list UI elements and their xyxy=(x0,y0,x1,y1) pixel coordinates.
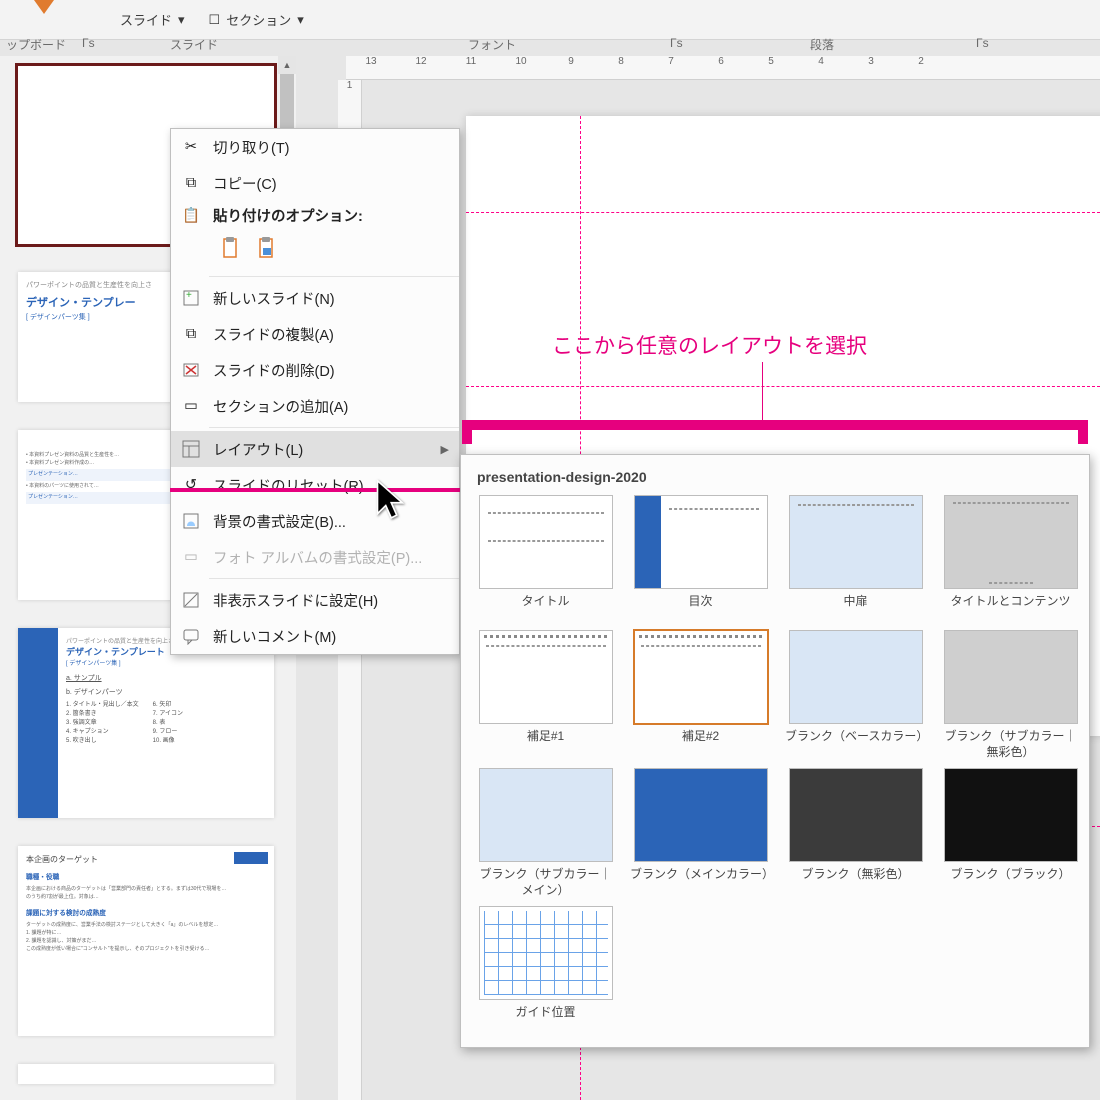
layout-label: ブランク（サブカラー｜無彩色） xyxy=(940,729,1081,760)
group-clip-expand[interactable]: Γs xyxy=(82,36,95,50)
layout-option-blank_ach[interactable]: ブランク（無彩色） xyxy=(785,768,926,898)
paste-option-1[interactable] xyxy=(215,233,245,263)
annotation-highlight xyxy=(170,488,460,492)
hide-icon xyxy=(181,590,201,610)
annotation-bracket xyxy=(462,420,1088,442)
group-font: フォント xyxy=(468,36,516,53)
layout-label: ブランク（ベースカラー） xyxy=(785,729,926,757)
group-para-expand[interactable]: Γs xyxy=(976,36,989,50)
menu-paste-label: 📋貼り付けのオプション: xyxy=(171,201,459,229)
context-menu: ✂切り取り(T) ⧉コピー(C) 📋貼り付けのオプション: +新しいスライド(N… xyxy=(170,128,460,655)
horizontal-ruler: 1312111098765432 xyxy=(346,56,1100,80)
annotation-text: ここから任意のレイアウトを選択 xyxy=(552,330,867,360)
menu-photo-album: ▭フォト アルバムの書式設定(P)... xyxy=(171,539,459,575)
layout-flyout: presentation-design-2020 タイトル目次中扉タイトルとコン… xyxy=(460,454,1090,1048)
menu-copy[interactable]: ⧉コピー(C) xyxy=(171,165,459,201)
guide-horizontal xyxy=(466,386,1100,387)
menu-new-slide[interactable]: +新しいスライド(N) xyxy=(171,280,459,316)
slide-thumbnail-6[interactable] xyxy=(18,1064,274,1084)
menu-delete[interactable]: スライドの削除(D) xyxy=(171,352,459,388)
layout-label: ガイド位置 xyxy=(475,1005,616,1033)
layout-option-title[interactable]: タイトル xyxy=(475,495,616,622)
paste-icon[interactable] xyxy=(34,0,54,14)
layout-option-blank_base[interactable]: ブランク（ベースカラー） xyxy=(785,630,926,760)
layout-icon xyxy=(181,439,201,459)
menu-cut[interactable]: ✂切り取り(T) xyxy=(171,129,459,165)
slide-thumbnail-5[interactable]: 本企画のターゲット 職種・役職 本企画における商品のターゲットは「営業部門の責任… xyxy=(18,846,274,1036)
layout-option-blank_sub_main[interactable]: ブランク（サブカラー｜メイン） xyxy=(475,768,616,898)
layout-option-toc[interactable]: 目次 xyxy=(630,495,771,622)
layout-flyout-header: presentation-design-2020 xyxy=(477,469,1079,485)
copy-icon: ⧉ xyxy=(181,173,201,193)
layout-label: 目次 xyxy=(630,594,771,622)
layout-label: 中扉 xyxy=(785,594,926,622)
layout-option-supp1[interactable]: 補足#1 xyxy=(475,630,616,760)
new-slide-icon: + xyxy=(181,288,201,308)
layout-label: タイトルとコンテンツ xyxy=(940,594,1081,622)
duplicate-icon: ⧉ xyxy=(181,324,201,344)
cursor-icon xyxy=(372,478,416,527)
menu-layout[interactable]: レイアウト(L)▶ xyxy=(171,431,459,467)
photo-album-icon: ▭ xyxy=(181,547,201,567)
slide-dropdown[interactable]: スライド ▾ xyxy=(120,10,185,29)
scissors-icon: ✂ xyxy=(181,137,201,157)
group-font-expand[interactable]: Γs xyxy=(670,36,683,50)
background-icon xyxy=(181,511,201,531)
layout-option-mid[interactable]: 中扉 xyxy=(785,495,926,622)
delete-icon xyxy=(181,360,201,380)
menu-new-comment[interactable]: 新しいコメント(M) xyxy=(171,618,459,654)
layout-label: 補足#2 xyxy=(630,729,771,757)
paste-options xyxy=(171,229,459,273)
guide-horizontal xyxy=(466,212,1100,213)
slide-thumbnail-4[interactable]: パワーポイントの品質と生産性を向上させる デザイン・テンプレート [ デザインパ… xyxy=(18,628,274,818)
paste-option-2[interactable] xyxy=(251,233,281,263)
layout-label: ブランク（メインカラー） xyxy=(630,867,771,895)
scroll-up-icon[interactable]: ▲ xyxy=(278,56,296,74)
menu-duplicate[interactable]: ⧉スライドの複製(A) xyxy=(171,316,459,352)
layout-label: ブランク（サブカラー｜メイン） xyxy=(475,867,616,898)
layout-label: ブランク（無彩色） xyxy=(785,867,926,895)
comment-icon xyxy=(181,626,201,646)
clipboard-icon: 📋 xyxy=(181,205,201,225)
group-paragraph: 段落 xyxy=(810,36,834,53)
layout-label: 補足#1 xyxy=(475,729,616,757)
layout-option-blank_main[interactable]: ブランク（メインカラー） xyxy=(630,768,771,898)
layout-option-supp2[interactable]: 補足#2 xyxy=(630,630,771,760)
reset-icon: ↺ xyxy=(181,475,201,495)
ribbon: スライド ▾ ☐ セクション ▾ xyxy=(0,0,1100,40)
menu-hide-slide[interactable]: 非表示スライドに設定(H) xyxy=(171,582,459,618)
menu-add-section[interactable]: ▭セクションの追加(A) xyxy=(171,388,459,424)
ribbon-group-labels: ップボード Γs スライド フォント Γs 段落 Γs xyxy=(0,36,1100,56)
layout-option-blank_sub_ach[interactable]: ブランク（サブカラー｜無彩色） xyxy=(940,630,1081,760)
svg-text:+: + xyxy=(186,290,192,301)
layout-option-tc[interactable]: タイトルとコンテンツ xyxy=(940,495,1081,622)
layout-label: ブランク（ブラック） xyxy=(940,867,1081,895)
layout-option-guide[interactable]: ガイド位置 xyxy=(475,906,616,1033)
group-clipboard: ップボード xyxy=(6,36,66,53)
group-slide: スライド xyxy=(170,36,218,53)
section-dropdown[interactable]: ☐ セクション ▾ xyxy=(209,10,304,29)
layout-label: タイトル xyxy=(475,594,616,622)
section-icon: ▭ xyxy=(181,396,201,416)
annotation-line xyxy=(762,362,763,422)
layout-option-blank_black[interactable]: ブランク（ブラック） xyxy=(940,768,1081,898)
chevron-right-icon: ▶ xyxy=(441,443,449,456)
